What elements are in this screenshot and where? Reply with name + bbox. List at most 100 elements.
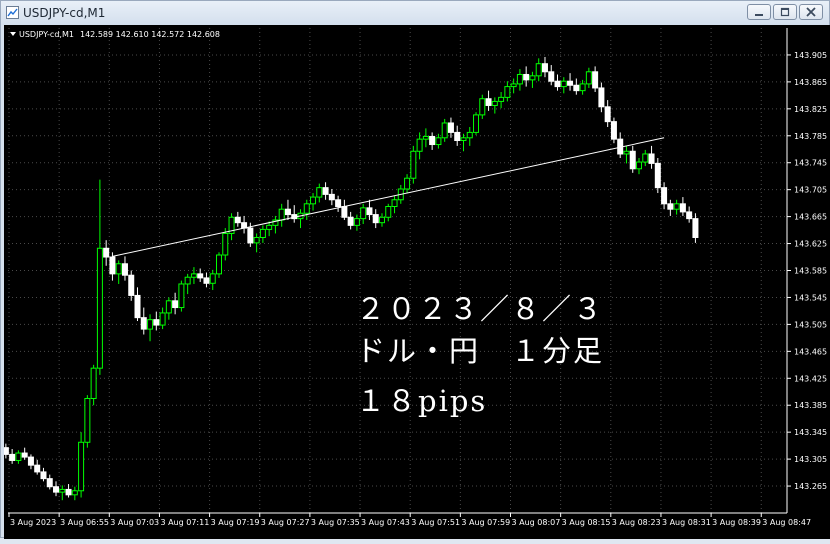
candle bbox=[328, 188, 335, 206]
candle bbox=[516, 69, 523, 91]
price-tick-label: 143.625 bbox=[794, 240, 827, 249]
candle bbox=[510, 78, 517, 94]
candle-body bbox=[661, 187, 668, 205]
candle-body bbox=[303, 203, 310, 214]
candle bbox=[322, 182, 329, 200]
candle-body bbox=[34, 464, 41, 473]
candle-body bbox=[153, 319, 160, 326]
candle-body bbox=[560, 80, 567, 88]
candle-body bbox=[516, 73, 523, 85]
candle-body bbox=[548, 71, 555, 82]
candle-body bbox=[96, 247, 103, 369]
chart-area[interactable]: 143.905 143.865 143.825 143.785 143.745 143.7… bbox=[0, 25, 830, 539]
candle bbox=[159, 307, 166, 330]
title-bar[interactable]: USDJPY-cd,M1 bbox=[1, 1, 829, 25]
candle-body bbox=[441, 122, 448, 139]
candle bbox=[21, 447, 28, 460]
candle-body bbox=[197, 273, 204, 279]
candle-body bbox=[366, 207, 373, 216]
candle bbox=[473, 112, 480, 136]
chart-header-symbol: USDJPY-cd,M1 bbox=[19, 30, 74, 39]
candle-body bbox=[454, 131, 461, 141]
candle-body bbox=[479, 98, 486, 116]
price-tick-label: 143.585 bbox=[794, 267, 827, 276]
time-tick-label: 3 Aug 08:07 bbox=[512, 518, 561, 527]
candle-body bbox=[71, 490, 78, 496]
candle bbox=[686, 206, 693, 223]
time-tick-label: 3 Aug 06:55 bbox=[60, 518, 109, 527]
time-tick-label: 3 Aug 07:03 bbox=[110, 518, 159, 527]
candle-body bbox=[535, 63, 542, 77]
candle-body bbox=[604, 106, 611, 123]
candle-body bbox=[623, 150, 630, 155]
price-tick-label: 143.465 bbox=[794, 347, 827, 356]
candle bbox=[234, 211, 241, 227]
candle bbox=[347, 211, 354, 230]
candle-body bbox=[360, 207, 367, 220]
time-tick-label: 3 Aug 07:19 bbox=[211, 518, 260, 527]
time-tick-label: 3 Aug 08:31 bbox=[662, 518, 711, 527]
price-tick-label: 143.705 bbox=[794, 186, 827, 195]
candle-body bbox=[90, 367, 97, 399]
price-tick-label: 143.265 bbox=[794, 482, 827, 491]
price-tick-label: 143.905 bbox=[794, 51, 827, 60]
candle bbox=[353, 214, 360, 231]
candle-body bbox=[585, 71, 592, 85]
candle bbox=[96, 179, 103, 375]
time-tick-label: 3 Aug 08:39 bbox=[712, 518, 761, 527]
candle-body bbox=[247, 227, 254, 244]
candle-body bbox=[284, 208, 291, 216]
annotation-date: ２０２３／８／３ bbox=[356, 292, 604, 326]
candle bbox=[203, 272, 210, 288]
candle-body bbox=[510, 83, 517, 88]
candle bbox=[9, 449, 16, 464]
candle-body bbox=[648, 153, 655, 164]
minimize-icon bbox=[755, 14, 763, 16]
candle-body bbox=[529, 75, 536, 81]
candle-body bbox=[573, 84, 580, 92]
time-tick-label: 3 Aug 07:43 bbox=[361, 518, 410, 527]
candle bbox=[554, 74, 561, 91]
candle-body bbox=[686, 211, 693, 220]
minimize-button[interactable] bbox=[747, 4, 771, 20]
time-axis: 3 Aug 2023 3 Aug 06:55 3 Aug 07:03 3 Aug 07… bbox=[8, 512, 811, 527]
candle-body bbox=[134, 294, 141, 319]
candle-body bbox=[554, 80, 561, 88]
close-button[interactable] bbox=[799, 4, 823, 20]
candle-body bbox=[253, 236, 260, 244]
price-tick-label: 143.305 bbox=[794, 455, 827, 464]
price-axis: 143.905 143.865 143.825 143.785 143.745 143.7… bbox=[786, 28, 827, 513]
candle bbox=[228, 213, 235, 241]
candle bbox=[209, 269, 216, 291]
trend-line-layer bbox=[112, 137, 665, 257]
candle bbox=[153, 311, 160, 331]
candle-body bbox=[84, 397, 91, 443]
candle-body bbox=[335, 199, 342, 208]
restore-button[interactable] bbox=[773, 4, 797, 20]
time-tick-label: 3 Aug 07:35 bbox=[311, 518, 360, 527]
trend-line[interactable] bbox=[112, 137, 665, 257]
candle-body bbox=[460, 137, 467, 141]
window-title: USDJPY-cd,M1 bbox=[23, 6, 106, 20]
candle-body bbox=[372, 214, 379, 224]
candle bbox=[535, 58, 542, 82]
candle-body bbox=[654, 162, 661, 189]
candle-body bbox=[541, 63, 548, 73]
candle bbox=[46, 474, 53, 490]
candle-body bbox=[679, 203, 686, 213]
candle-body bbox=[165, 300, 172, 314]
candle-body bbox=[466, 131, 473, 139]
candle-body bbox=[341, 206, 348, 218]
candle bbox=[460, 133, 467, 152]
candle-body bbox=[2, 447, 9, 455]
candle bbox=[661, 182, 668, 210]
candle bbox=[385, 203, 392, 222]
candle bbox=[53, 481, 60, 497]
candlestick-chart[interactable]: 143.905 143.865 143.825 143.785 143.745 143.7… bbox=[0, 25, 830, 539]
candle-body bbox=[498, 96, 505, 102]
candle bbox=[172, 292, 179, 315]
candle-body bbox=[78, 441, 85, 492]
candle bbox=[523, 66, 530, 87]
candle-body bbox=[504, 86, 511, 98]
candle-body bbox=[21, 452, 28, 458]
